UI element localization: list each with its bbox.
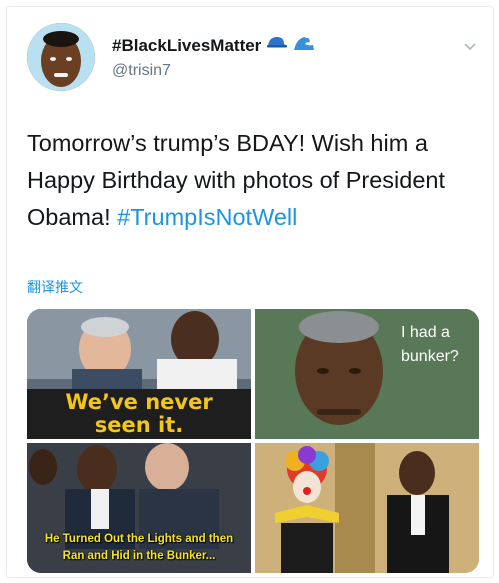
hashtag-link[interactable]: #TrumpIsNotWell <box>117 204 297 230</box>
image-3-caption-line-1: He Turned Out the Lights and then <box>44 533 234 545</box>
tweet-text: Tomorrow’s trump’s BDAY! Wish him a Happ… <box>27 125 487 236</box>
image-2-caption: I had a bunker? <box>401 321 477 369</box>
chevron-down-icon[interactable] <box>461 37 479 55</box>
display-name[interactable]: #BlackLivesMatter <box>112 34 315 57</box>
media-grid: We’ve never seen it. I had a bunker? He … <box>27 309 479 573</box>
image-1-caption: We’ve never seen it. <box>27 389 251 439</box>
image-3-caption: He Turned Out the Lights and then Ran an… <box>27 531 251 565</box>
media-image-2[interactable]: I had a bunker? <box>255 309 479 439</box>
blue-cap-icon <box>266 35 288 56</box>
media-image-1[interactable]: We’ve never seen it. <box>27 309 251 439</box>
translate-link[interactable]: 翻译推文 <box>27 277 83 297</box>
tweet-card: #BlackLivesMatter @trisin7 Tomorrow’s tr… <box>6 6 494 578</box>
media-image-3[interactable]: He Turned Out the Lights and then Ran an… <box>27 443 251 573</box>
image-3-caption-line-2: Ran and Hid in the Bunker... <box>62 550 216 562</box>
wave-icon <box>293 34 315 57</box>
handle[interactable]: @trisin7 <box>112 62 171 80</box>
image-2-caption-line-2: bunker? <box>401 348 459 365</box>
image-2-caption-line-1: I had a <box>401 324 450 341</box>
media-image-4[interactable] <box>255 443 479 573</box>
display-name-text: #BlackLivesMatter <box>112 35 262 55</box>
image-1-caption-line-1: We’ve never <box>65 390 213 414</box>
avatar[interactable] <box>27 23 95 91</box>
image-1-caption-line-2: seen it. <box>94 413 184 437</box>
